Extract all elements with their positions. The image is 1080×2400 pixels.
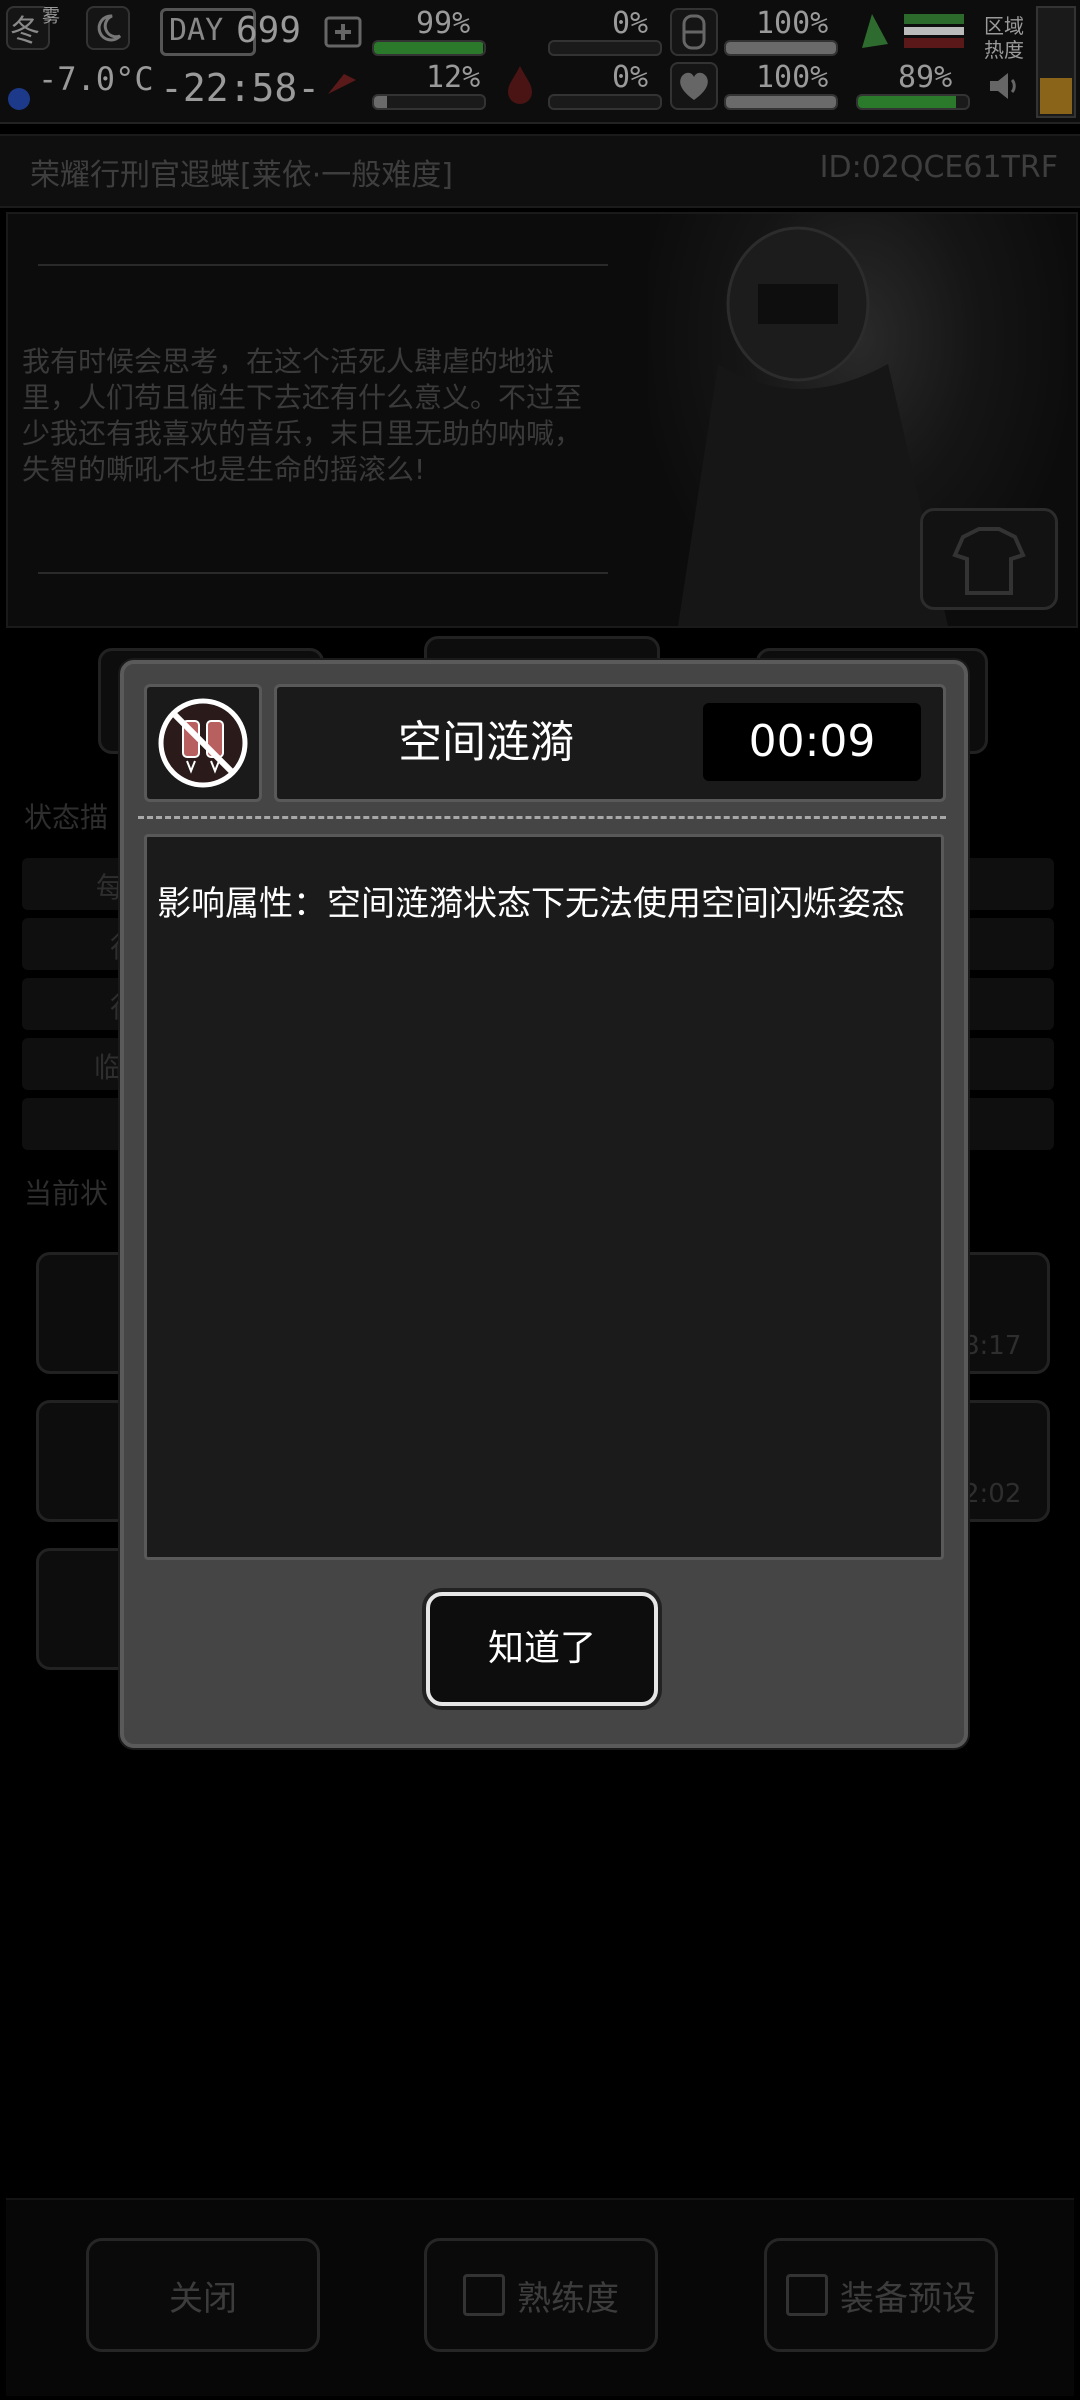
dialog-title: 空间涟漪 (398, 717, 574, 768)
game-clock: -22:58- (160, 66, 321, 110)
status-effect-dialog: 空间涟漪 00:09 影响属性：空间涟漪状态下无法使用空间闪烁姿态 知道了 (120, 660, 968, 1748)
effect-description: 影响属性：空间涟漪状态下无法使用空间闪烁姿态 (157, 884, 905, 924)
stomach-icon (498, 8, 542, 52)
close-button[interactable]: 关闭 (86, 2238, 320, 2352)
stat-value: 99% (416, 6, 471, 41)
zone-heat-meter (1036, 6, 1076, 118)
stat-bar (372, 94, 486, 110)
stat-bar (372, 40, 486, 56)
page-title: 荣耀行刑官遐蝶[莱依·一般难度] (30, 158, 453, 193)
season-label: 冬 (10, 14, 40, 49)
download-icon (786, 2274, 828, 2316)
armor-icon (670, 8, 718, 56)
no-jetpack-icon (158, 698, 248, 788)
zone-heat-label: 区域热度 (984, 14, 1024, 62)
flag-icon (904, 14, 964, 50)
swap-outfit-button[interactable] (920, 508, 1058, 610)
stat-value: 0% (612, 60, 649, 95)
season-sub-label: 雾 (42, 6, 60, 27)
proficiency-button[interactable]: 熟练度 (424, 2238, 658, 2352)
dialog-header: 空间涟漪 00:09 (274, 684, 946, 802)
stamina-bar (856, 94, 970, 110)
ornament-divider (38, 264, 608, 266)
ornament-divider (38, 572, 608, 574)
stamina-icon (856, 8, 894, 52)
stat-value: 12% (426, 60, 481, 95)
tile-timer: 8:17 (963, 1331, 1022, 1361)
stat-value: 0% (612, 6, 649, 41)
moon-icon (86, 6, 130, 50)
thermometer-icon (8, 88, 30, 110)
blood-drop-icon (500, 62, 540, 106)
heart-icon (670, 62, 718, 110)
stamina-value: 89% (898, 60, 953, 95)
food-icon (322, 64, 364, 104)
stat-bar (548, 94, 662, 110)
medkit-icon (322, 10, 364, 50)
stat-value: 100% (756, 6, 829, 41)
section-status-desc: 状态描 (24, 801, 109, 834)
character-id: ID:02QCE61TRF (819, 150, 1058, 185)
medal-icon (463, 2274, 505, 2316)
temperature-readout: -7.0°C (38, 60, 154, 98)
stat-bar (724, 40, 838, 56)
equip-preset-button[interactable]: 装备预设 (764, 2238, 998, 2352)
tile-timer: 2:02 (963, 1479, 1022, 1509)
speaker-icon[interactable] (986, 68, 1022, 104)
stat-bar (724, 94, 838, 110)
status-hud: 冬 雾 -7.0°C DAY 699 -22:58- 99% 12% 0% 0%… (0, 0, 1080, 124)
section-current-status: 当前状 (24, 1177, 109, 1210)
story-panel: 我有时候会思考，在这个活死人肆虐的地狱里，人们苟且偷生下去还有什么意义。不过至少… (6, 212, 1078, 628)
dashed-divider (138, 816, 946, 819)
dialog-body: 影响属性：空间涟漪状态下无法使用空间闪烁姿态 (144, 834, 944, 1560)
page-title-bar: 荣耀行刑官遐蝶[莱依·一般难度] ID:02QCE61TRF (0, 134, 1080, 208)
stat-value: 100% (756, 60, 829, 95)
effect-timer: 00:09 (703, 703, 921, 781)
confirm-button[interactable]: 知道了 (426, 1592, 658, 1706)
day-counter: 699 (236, 10, 302, 51)
effect-icon-box (144, 684, 262, 802)
stat-bar (548, 40, 662, 56)
story-text: 我有时候会思考，在这个活死人肆虐的地狱里，人们苟且偷生下去还有什么意义。不过至少… (22, 345, 583, 486)
